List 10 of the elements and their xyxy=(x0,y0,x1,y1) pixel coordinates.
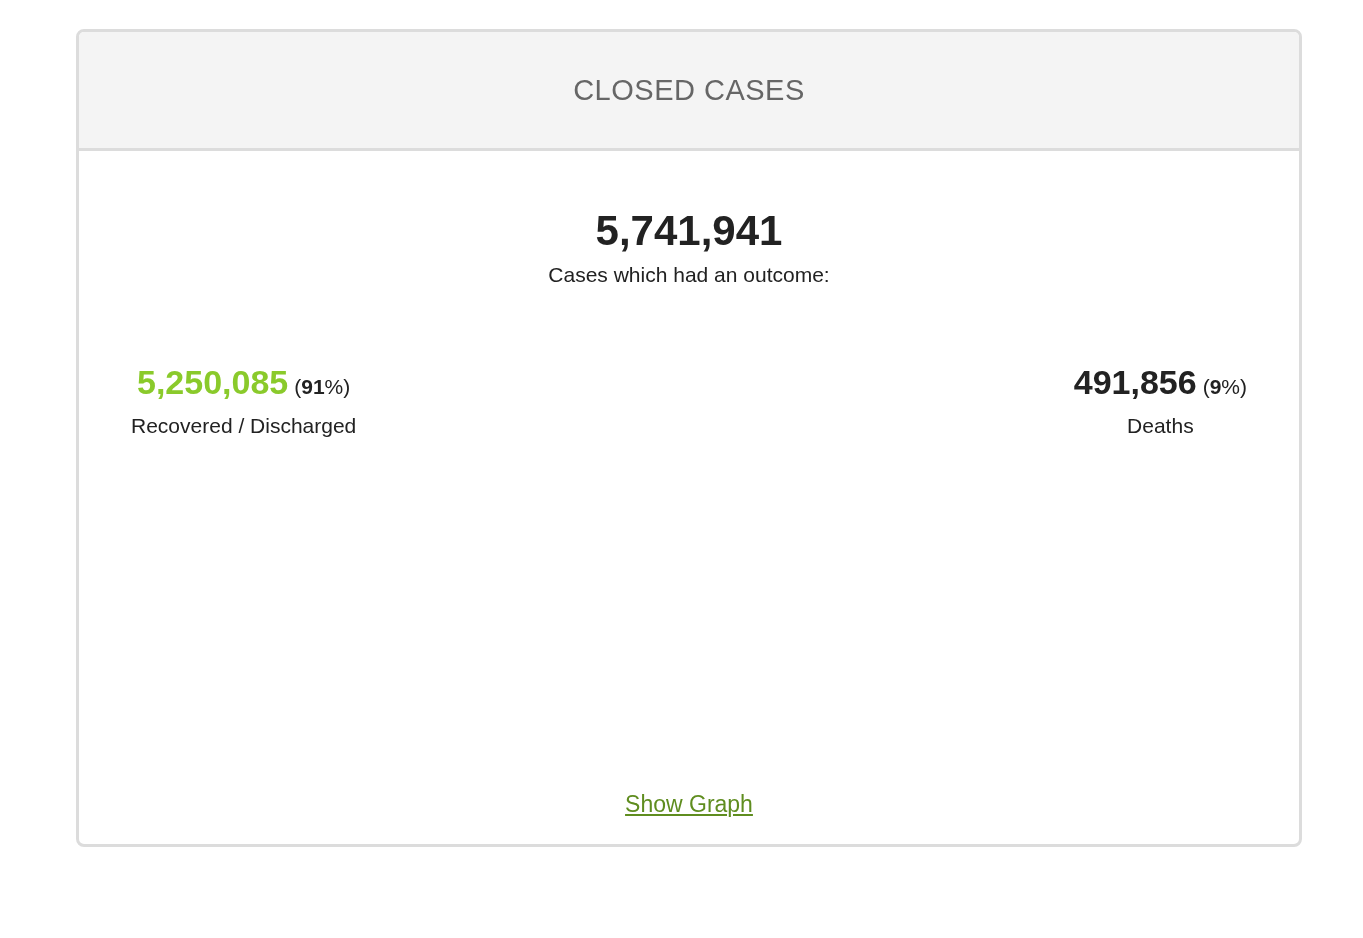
total-label: Cases which had an outcome: xyxy=(548,263,830,287)
stat-label: Deaths xyxy=(1127,414,1194,438)
panel-title: CLOSED CASES xyxy=(573,73,805,107)
stat-value: 5,250,085 xyxy=(137,363,289,402)
stat-label: Recovered / Discharged xyxy=(131,414,357,438)
show-graph-link[interactable]: Show Graph xyxy=(625,791,753,818)
total-count: 5,741,941 xyxy=(595,207,783,255)
stat-percent: (9%) xyxy=(1202,375,1247,399)
stat-percent: (91%) xyxy=(294,375,351,399)
stat-value: 491,856 xyxy=(1073,363,1197,402)
